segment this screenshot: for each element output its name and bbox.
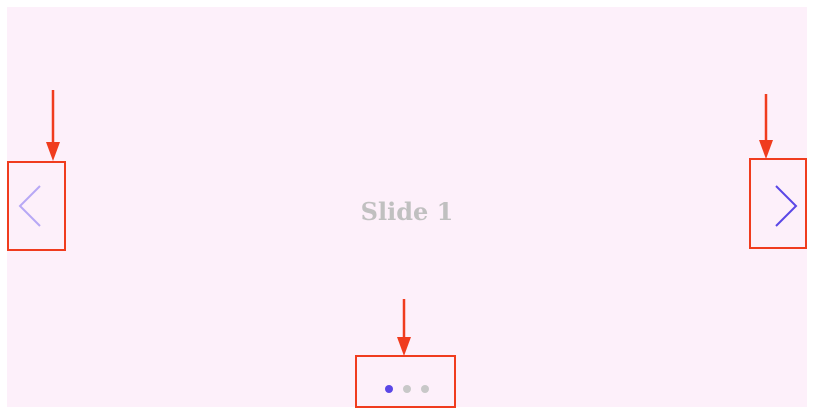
carousel-next-button[interactable] <box>764 178 812 234</box>
carousel-slide: Slide 1 <box>7 7 807 407</box>
pagination-dot-2[interactable] <box>403 385 411 393</box>
pagination-dot-1[interactable] <box>385 385 393 393</box>
chevron-right-icon <box>775 185 798 227</box>
carousel-prev-button[interactable] <box>12 178 60 234</box>
screenshot-canvas: Slide 1 <box>0 0 816 417</box>
slide-label: Slide 1 <box>360 197 454 226</box>
carousel-pagination <box>380 382 434 396</box>
pagination-dot-3[interactable] <box>421 385 429 393</box>
chevron-left-icon <box>18 185 41 227</box>
